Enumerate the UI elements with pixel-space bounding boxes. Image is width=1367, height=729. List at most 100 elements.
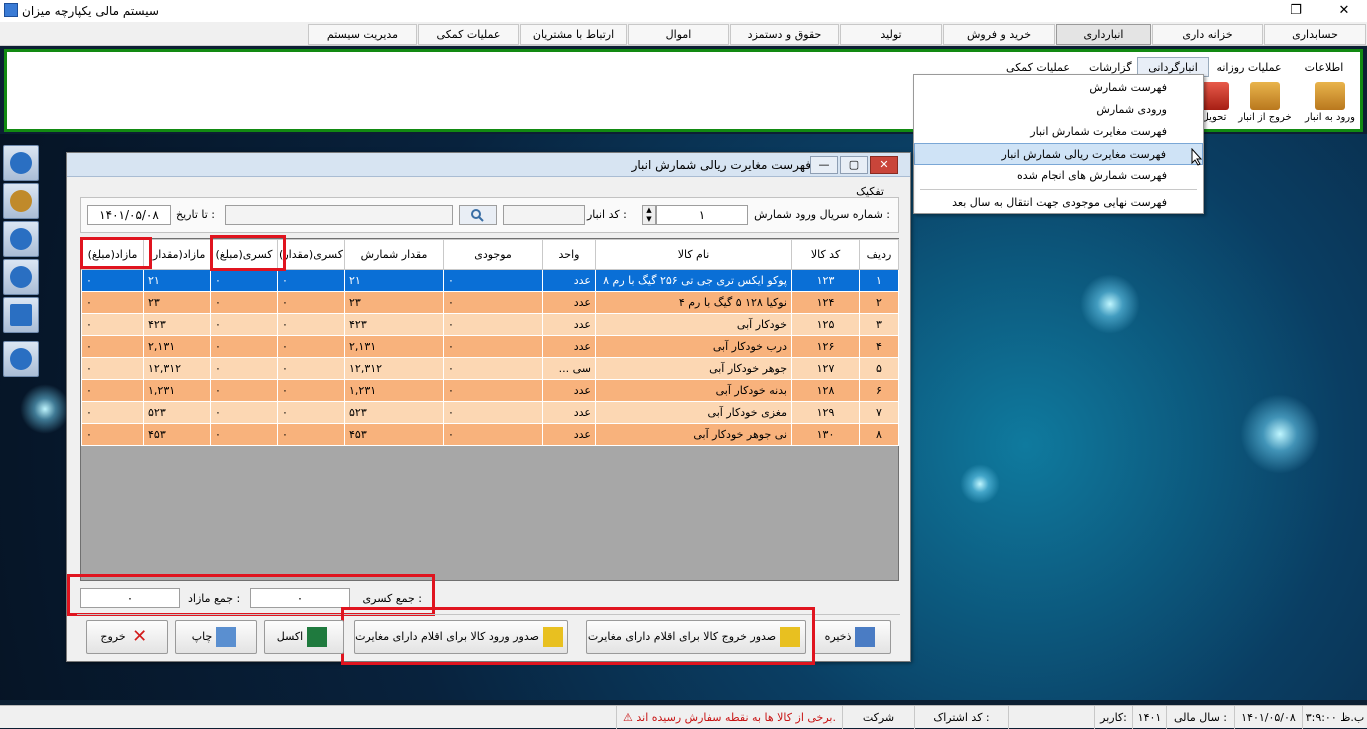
menu-crm[interactable]: ارتباط با مشتریان: [520, 24, 627, 45]
table-cell: ۱,۲۳۱: [344, 379, 444, 402]
table-row[interactable]: ۶ ۱۲۸ بدنه خودکار آبی عدد ۰ ۱,۲۳۱ ۰ ۰ ۱,۲۳۱ ۰: [81, 379, 899, 402]
table-cell: ۴۲۳: [143, 313, 211, 336]
table-row[interactable]: ۲ ۱۲۴ نوکیا ۱۲۸ ۵ گیگ با رم ۴ عدد ۰ ۲۳ ۰ ۰ ۲۳ ۰: [81, 291, 899, 314]
column-header[interactable]: واحد: [542, 239, 596, 270]
dialog-title-bar: فهرست مغایرت ریالی شمارش انبار — ▢ ✕: [67, 153, 910, 177]
table-cell: عدد: [542, 313, 596, 336]
dialog-minimize-button[interactable]: —: [810, 156, 838, 174]
sum-kasri-field: ۰: [250, 588, 350, 608]
column-header[interactable]: مقدار شمارش: [344, 239, 444, 270]
excel-label: اکسل: [276, 630, 304, 643]
title-bar: سیستم مالی یکپارچه میزان ❐ ✕: [0, 0, 1367, 22]
dropdown-item-done-counts[interactable]: فهرست شمارش های انجام شده: [914, 165, 1203, 187]
restore-button[interactable]: ❐: [1273, 0, 1319, 22]
table-row[interactable]: ۷ ۱۲۹ مغزی خودکار آبی عدد ۰ ۵۲۳ ۰ ۰ ۵۲۳ ۰: [81, 401, 899, 424]
status-user: کاربر:: [1094, 706, 1132, 729]
table-cell: عدد: [542, 335, 596, 358]
table-cell: ۳: [859, 313, 899, 336]
menu-system-admin[interactable]: مدیریت سیستم: [308, 24, 417, 45]
table-cell: عدد: [542, 291, 596, 314]
exit-button[interactable]: خروج ✕: [86, 620, 168, 654]
warehouse-input[interactable]: [503, 205, 585, 225]
menu-sales[interactable]: خرید و فروش: [943, 24, 1055, 45]
table-row[interactable]: ۱ ۱۲۳ پوکو ایکس تری جی تی ۲۵۶ گیگ با رم ۸ع…: [81, 269, 899, 292]
menu-treasury[interactable]: خزانه داری: [1152, 24, 1263, 45]
menu-production[interactable]: تولید: [840, 24, 942, 45]
search-button[interactable]: [459, 205, 497, 225]
dialog-close-button[interactable]: ✕: [870, 156, 898, 174]
warning-icon: ⚠: [623, 711, 637, 724]
issue-entry-button[interactable]: صدور ورود کالا برای اقلام دارای مغایرت: [354, 620, 568, 654]
table-cell: ۰: [210, 379, 278, 402]
ribbon-warehouse-entry-button[interactable]: ورود به انبار: [1300, 82, 1360, 130]
table-cell: ۲۱: [344, 269, 444, 292]
print-label: چاپ: [191, 630, 213, 643]
phone-button[interactable]: [3, 259, 39, 295]
date-input[interactable]: ۱۴۰۱/۰۵/۰۸: [87, 205, 171, 225]
table-cell: ۱۲۹: [791, 401, 860, 424]
table-row[interactable]: ۳ ۱۲۵ خودکار آبی عدد ۰ ۴۲۳ ۰ ۰ ۴۲۳ ۰: [81, 313, 899, 336]
discrepancy-dialog: فهرست مغایرت ریالی شمارش انبار — ▢ ✕ تفک…: [66, 152, 911, 665]
table-cell: ۰: [210, 335, 278, 358]
menu-warehouse[interactable]: انبارداری: [1056, 24, 1151, 45]
dialog-maximize-button[interactable]: ▢: [840, 156, 868, 174]
app-icon: [4, 3, 18, 17]
dropdown-item-final-inventory[interactable]: فهرست نهایی موجودی جهت انتقال به سال بعد: [914, 192, 1203, 214]
logout-button[interactable]: [3, 341, 39, 377]
column-header[interactable]: ردیف: [859, 239, 899, 270]
dropdown-item-discrepancy-list[interactable]: فهرست مغایرت شمارش انبار: [914, 121, 1203, 143]
left-toolbar: [3, 145, 39, 385]
table-cell: ۲,۱۳۱: [143, 335, 211, 358]
wand-button[interactable]: [3, 183, 39, 219]
table-cell: ۰: [443, 269, 543, 292]
excel-button[interactable]: اکسل: [264, 620, 344, 654]
status-company: شرکت: [842, 706, 914, 729]
column-header[interactable]: کسری(مقدار): [277, 239, 345, 270]
table-row[interactable]: ۵ ۱۲۷ جوهر خودکار آبی سی ... ۰ ۱۲,۳۱۲ ۰ ۰ ۱۲,۳۱۲…: [81, 357, 899, 380]
menu-aux-ops[interactable]: عملیات کمکی: [418, 24, 519, 45]
table-cell: مغزی خودکار آبی: [595, 401, 792, 424]
printer-icon: [216, 627, 237, 647]
table-cell: ۶: [859, 379, 899, 402]
table-cell: ۴: [859, 335, 899, 358]
ribbon-warehouse-exit-button[interactable]: خروج از انبار: [1235, 82, 1295, 130]
table-cell: ۰: [210, 401, 278, 424]
close-button[interactable]: ✕: [1321, 0, 1367, 22]
dropdown-item-count-list[interactable]: فهرست شمارش: [914, 77, 1203, 99]
subtab-daily-ops[interactable]: عملیات روزانه: [1210, 58, 1288, 78]
column-header[interactable]: نام کالا: [595, 239, 792, 270]
issue-exit-label: صدور خروج کالا برای اقلام دارای مغایرت: [587, 630, 777, 643]
column-header[interactable]: کد کالا: [791, 239, 860, 270]
table-row[interactable]: ۸ ۱۳۰ نی جوهر خودکار آبی عدد ۰ ۴۵۳ ۰ ۰ ۴۵۳ ۰: [81, 423, 899, 446]
filter-panel: شماره سریال ورود شمارش : ۱ ▲ ▼ کد انبار :…: [80, 197, 899, 233]
status-blank: [1008, 706, 1094, 729]
menu-accounting[interactable]: حسابداری: [1264, 24, 1366, 45]
info-button[interactable]: [3, 221, 39, 257]
table-cell: ۰: [443, 401, 543, 424]
menu-assets[interactable]: اموال: [628, 24, 729, 45]
serial-input[interactable]: ۱: [656, 205, 748, 225]
table-cell: ۱۲۸: [791, 379, 860, 402]
column-header[interactable]: موجودی: [443, 239, 543, 270]
x-icon: ✕: [132, 626, 148, 647]
notes-button[interactable]: [3, 297, 39, 333]
dropdown-item-rial-discrepancy[interactable]: فهرست مغایرت ریالی شمارش انبار: [914, 143, 1203, 165]
table-cell: ۵: [859, 357, 899, 380]
menu-payroll[interactable]: حقوق و دستمزد: [730, 24, 839, 45]
table-cell: ۲۳: [143, 291, 211, 314]
save-button[interactable]: ذخیره: [813, 620, 891, 654]
table-cell: ۰: [277, 313, 345, 336]
dropdown-item-count-entry[interactable]: ورودی شمارش: [914, 99, 1203, 121]
issue-entry-label: صدور ورود کالا برای اقلام دارای مغایرت: [355, 630, 539, 643]
discrepancy-grid: ردیف کد کالا نام کالا واحد موجودی مقدار شمارش…: [80, 238, 899, 581]
expand-button[interactable]: [3, 145, 39, 181]
print-button[interactable]: چاپ: [175, 620, 257, 654]
table-cell: ۰: [81, 401, 144, 424]
table-row[interactable]: ۴ ۱۲۶ درب خودکار آبی عدد ۰ ۲,۱۳۱ ۰ ۰ ۲,۱۳۱ ۰: [81, 335, 899, 358]
subtab-basic-info[interactable]: اطلاعات پایه: [1290, 58, 1358, 94]
column-header[interactable]: مازاد(مقدار): [143, 239, 211, 270]
serial-label: شماره سریال ورود شمارش :: [754, 208, 890, 221]
table-cell: ۰: [277, 335, 345, 358]
serial-spinner[interactable]: ▲ ▼: [642, 205, 656, 225]
issue-exit-button[interactable]: صدور خروج کالا برای اقلام دارای مغایرت: [586, 620, 806, 654]
